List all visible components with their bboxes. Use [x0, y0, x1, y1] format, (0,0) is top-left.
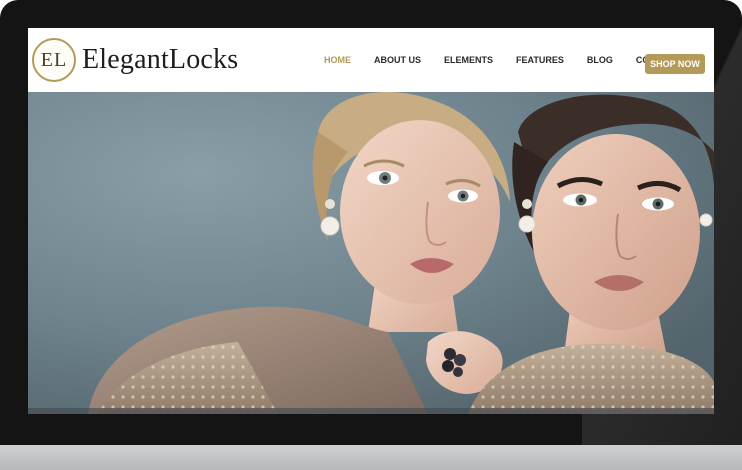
logo-monogram-text: EL — [40, 48, 68, 71]
nav-item-elements[interactable]: ELEMENTS — [444, 55, 493, 65]
website-screen: EL ElegantLocks HOME ABOUT US ELEMENTS F… — [28, 28, 714, 414]
brand-logo-link[interactable]: EL ElegantLocks — [32, 38, 238, 82]
brand-name: ElegantLocks — [82, 44, 239, 75]
nav-item-home[interactable]: HOME — [324, 55, 351, 65]
hero-fashion-photo — [28, 92, 714, 414]
nav-item-blog[interactable]: BLOG — [587, 55, 613, 65]
nav-item-about-us[interactable]: ABOUT US — [374, 55, 421, 65]
shop-now-button[interactable]: SHOP NOW — [645, 54, 705, 74]
site-header: EL ElegantLocks HOME ABOUT US ELEMENTS F… — [28, 28, 714, 92]
nav-item-features[interactable]: FEATURES — [516, 55, 564, 65]
logo-monogram-icon: EL — [32, 38, 76, 82]
hero-banner — [28, 92, 714, 414]
monitor-frame: EL ElegantLocks HOME ABOUT US ELEMENTS F… — [0, 0, 742, 470]
monitor-chin — [0, 445, 742, 470]
